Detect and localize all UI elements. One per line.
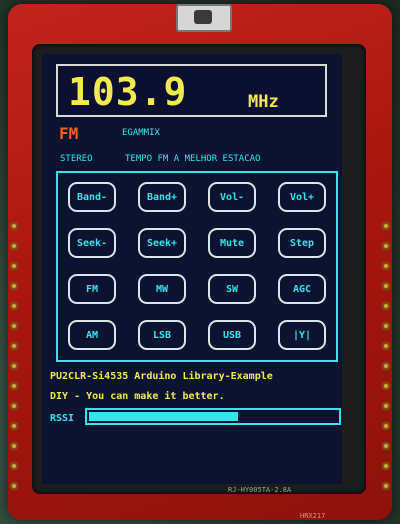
seek-up-button[interactable]: Seek+ bbox=[138, 228, 186, 258]
silk-code-text: HRX217 bbox=[300, 512, 326, 520]
rds-text: TEMPO FM A MELHOR ESTACAO bbox=[125, 154, 261, 164]
frequency-unit: MHz bbox=[248, 92, 279, 112]
band-down-button[interactable]: Band- bbox=[68, 182, 116, 212]
rssi-meter bbox=[85, 408, 341, 425]
stereo-indicator: STEREO bbox=[60, 154, 93, 164]
band-up-button[interactable]: Band+ bbox=[138, 182, 186, 212]
seek-down-button[interactable]: Seek- bbox=[68, 228, 116, 258]
usb-mode-button[interactable]: USB bbox=[208, 320, 256, 350]
right-header-pins bbox=[382, 222, 392, 502]
reset-button[interactable] bbox=[176, 4, 232, 32]
control-button-panel: Band- Band+ Vol- Vol+ Seek- Seek+ Mute S… bbox=[56, 171, 338, 362]
rssi-label: RSSI bbox=[50, 413, 75, 424]
bandwidth-filter-button[interactable]: |Y| bbox=[278, 320, 326, 350]
volume-up-button[interactable]: Vol+ bbox=[278, 182, 326, 212]
frequency-display: 103.9 MHz bbox=[56, 64, 327, 117]
fm-mode-button[interactable]: FM bbox=[68, 274, 116, 304]
lcd-screen: 103.9 MHz FM EGAMMIX STEREO TEMPO FM A M… bbox=[42, 54, 342, 484]
silk-model-text: RJ-HY005TA-2.8A bbox=[228, 486, 292, 494]
station-name: EGAMMIX bbox=[122, 128, 160, 138]
lsb-mode-button[interactable]: LSB bbox=[138, 320, 186, 350]
am-mode-button[interactable]: AM bbox=[68, 320, 116, 350]
agc-button[interactable]: AGC bbox=[278, 274, 326, 304]
frequency-value: 103.9 bbox=[68, 70, 188, 114]
library-title: PU2CLR-Si4535 Arduino Library-Example bbox=[50, 371, 273, 382]
step-button[interactable]: Step bbox=[278, 228, 326, 258]
rssi-level-bar bbox=[89, 412, 238, 421]
slogan-text: DIY - You can make it better. bbox=[50, 391, 225, 402]
mute-button[interactable]: Mute bbox=[208, 228, 256, 258]
mw-mode-button[interactable]: MW bbox=[138, 274, 186, 304]
left-header-pins bbox=[10, 222, 20, 502]
volume-down-button[interactable]: Vol- bbox=[208, 182, 256, 212]
band-indicator: FM bbox=[59, 124, 79, 143]
sw-mode-button[interactable]: SW bbox=[208, 274, 256, 304]
